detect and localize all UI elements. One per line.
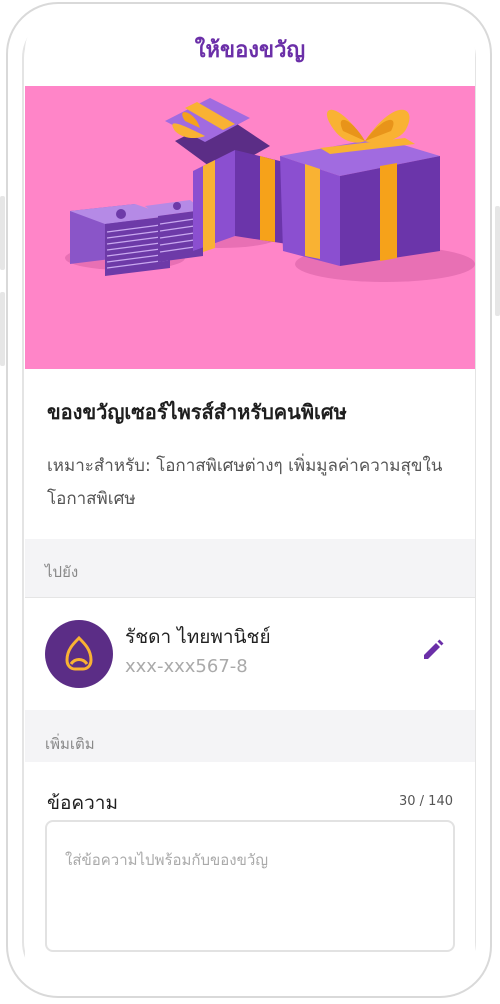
extra-section-header: เพิ่มเติม — [25, 710, 475, 762]
extra-section-label: เพิ่มเติม — [45, 735, 95, 753]
recipient-section-header: ไปยัง — [25, 539, 475, 597]
pencil-icon[interactable] — [421, 638, 445, 662]
phone-volume-up-button — [0, 196, 5, 270]
bank-logo-avatar — [45, 620, 113, 688]
gift-illustration — [65, 98, 475, 282]
recipient-section-label: ไปยัง — [45, 563, 79, 581]
app-screen: ให้ของขวัญ ของขวัญเซอร์ไพรส์สำหรับคนพิเศ… — [25, 14, 475, 990]
recipient-name: รัชดา ไทยพานิชย์ — [125, 626, 271, 648]
recipient-account-number: xxx-xxx567-8 — [125, 656, 248, 677]
recipient-card[interactable]: รัชดา ไทยพานิชย์ xxx-xxx567-8 — [25, 597, 475, 711]
phone-volume-down-button — [0, 292, 5, 366]
header-bar: ให้ของขวัญ — [25, 14, 475, 87]
gift-title: ของขวัญเซอร์ไพรส์สำหรับคนพิเศษ — [47, 400, 347, 424]
gift-banner — [25, 86, 475, 369]
scb-bank-logo-icon — [65, 635, 93, 671]
page-title: ให้ของขวัญ — [194, 37, 306, 63]
phone-power-button — [495, 206, 500, 316]
message-label: ข้อความ — [47, 792, 118, 814]
message-char-counter: 30 / 140 — [399, 794, 453, 809]
message-input[interactable] — [45, 820, 455, 952]
gift-description: เหมาะสำหรับ: โอกาสพิเศษต่างๆ เพิ่มมูลค่า… — [47, 456, 443, 509]
closed-gift-box-icon — [280, 109, 440, 266]
